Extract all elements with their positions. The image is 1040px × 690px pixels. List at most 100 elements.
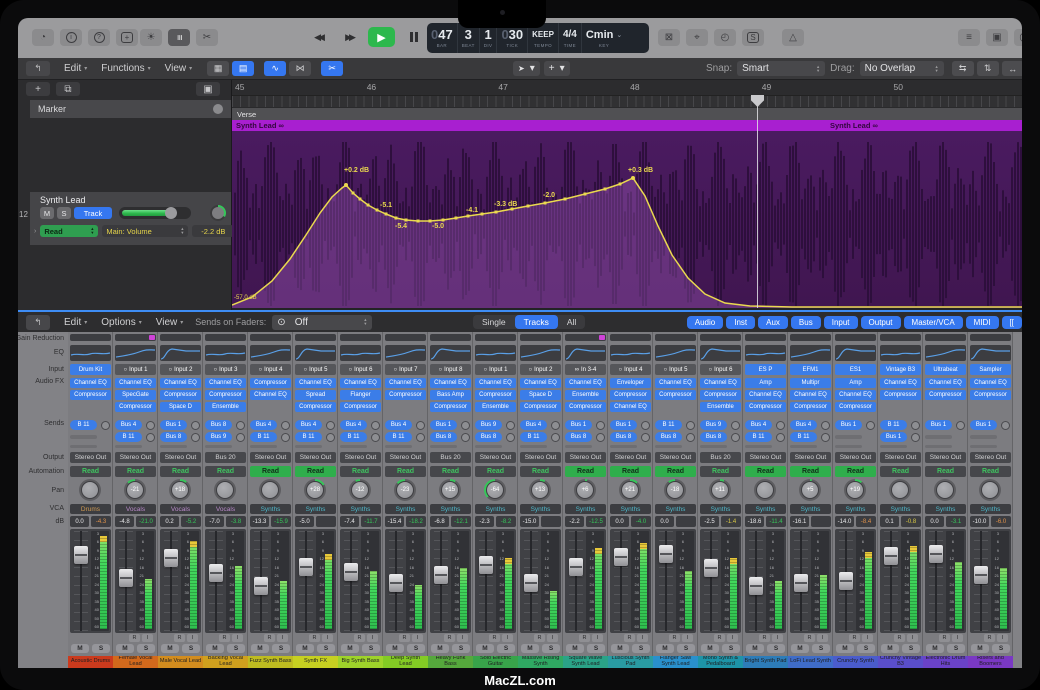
fader-cap[interactable] [299, 558, 313, 576]
channel-name[interactable]: Risers and Boomers [968, 656, 1013, 668]
send-bus[interactable]: Bus 8 [205, 420, 232, 430]
no-input-icon[interactable]: ⊠ [658, 29, 680, 46]
channel-strip[interactable]: SamplerChannel EQCompressorBus 1Stereo O… [968, 332, 1013, 668]
output-slot[interactable]: Stereo Out [115, 452, 156, 463]
output-slot[interactable]: Stereo Out [295, 452, 336, 463]
pan-knob[interactable] [214, 479, 236, 501]
pan-knob[interactable]: -18 [664, 479, 686, 501]
vca-slot[interactable]: Synths [835, 504, 876, 514]
channel-name[interactable]: Acoustic Drums [68, 656, 113, 668]
audio-fx-slot[interactable]: Channel EQ [475, 378, 516, 388]
pause-button[interactable] [402, 27, 426, 47]
send-bus[interactable]: B 11 [385, 432, 412, 442]
send-slot[interactable]: B 11 [385, 432, 426, 442]
output-slot[interactable]: Stereo Out [925, 452, 966, 463]
fader-cap[interactable] [749, 577, 763, 595]
channel-strip[interactable]: ○Input 2Channel EQSpace DCompressorBus 4… [518, 332, 563, 668]
mute-button[interactable]: M [521, 644, 539, 653]
solo-button[interactable]: S [362, 644, 380, 653]
input-slot[interactable]: ○Input 4 [610, 364, 651, 375]
send-level-knob[interactable] [641, 433, 650, 442]
audio-fx-slot[interactable]: Ensemble [475, 402, 516, 412]
input-slot[interactable]: ○Input 1 [115, 364, 156, 375]
send-bus[interactable]: Bus 8 [160, 432, 187, 442]
send-slot[interactable]: Bus 8 [160, 432, 201, 442]
audio-fx-slot[interactable]: Spread [295, 390, 336, 400]
automation-mode-button[interactable]: Read [430, 466, 471, 477]
info-icon[interactable]: i [60, 29, 82, 46]
pointer-tool-select[interactable]: ➤▾ [513, 61, 540, 76]
audio-fx-slot[interactable]: Channel EQ [835, 390, 876, 400]
mixer-view-single[interactable]: Single [473, 315, 515, 329]
automation-mode-button[interactable]: Read [160, 466, 201, 477]
send-bus[interactable]: B 11 [70, 420, 97, 430]
fader-track[interactable] [299, 531, 313, 631]
mute-button[interactable]: M [431, 644, 449, 653]
solo-button[interactable]: S [812, 644, 830, 653]
input-slot[interactable]: ES1 [835, 364, 876, 375]
input-monitor-button[interactable]: I [232, 634, 243, 642]
send-level-knob[interactable] [371, 421, 380, 430]
sends-on-faders-select[interactable]: ⊙ Off ▲▼ [272, 315, 372, 330]
record-enable-button[interactable]: R [714, 634, 725, 642]
channel-strip[interactable]: ○Input 2Channel EQCompressorSpace DBus 1… [158, 332, 203, 668]
vca-slot[interactable]: Synths [655, 504, 696, 514]
mute-button[interactable]: M [341, 644, 359, 653]
vca-slot[interactable]: Synths [610, 504, 651, 514]
track-button[interactable]: Track [74, 207, 112, 219]
timer-icon[interactable]: ◴ [714, 29, 736, 46]
audio-fx-slot[interactable]: Compressor [655, 390, 696, 400]
send-slot[interactable]: B 11 [790, 432, 831, 442]
eq-thumbnail[interactable] [565, 345, 606, 361]
audio-fx-slot[interactable]: Ensemble [565, 390, 606, 400]
filter-midi[interactable]: MIDI [966, 316, 999, 329]
send-slot[interactable]: Bus 8 [655, 432, 696, 442]
send-bus[interactable]: Bus 4 [340, 420, 367, 430]
mute-button[interactable]: M [656, 644, 674, 653]
duplicate-track-button[interactable]: ⧉ [56, 82, 80, 96]
mixer-menu-edit[interactable]: Edit▾ [64, 317, 87, 328]
send-bus[interactable]: Bus 9 [700, 420, 727, 430]
play-button[interactable]: ▶ [368, 27, 395, 47]
input-slot[interactable]: EFM1 [790, 364, 831, 375]
input-monitor-button[interactable]: I [997, 634, 1008, 642]
audio-fx-slot[interactable]: Channel EQ [295, 378, 336, 388]
channel-strip[interactable]: ∞In 3-4Channel EQEnsembleCompressorBus 1… [563, 332, 608, 668]
send-bus[interactable]: Bus 1 [565, 420, 592, 430]
input-monitor-button[interactable]: I [142, 634, 153, 642]
fader-track[interactable] [434, 531, 448, 631]
automation-mode-button[interactable]: Read [250, 466, 291, 477]
audio-fx-slot[interactable]: Channel EQ [70, 378, 111, 388]
pan-knob[interactable]: +21 [619, 479, 641, 501]
audio-fx-slot[interactable]: Ensemble [205, 402, 246, 412]
input-monitor-button[interactable]: I [592, 634, 603, 642]
vca-slot[interactable]: Synths [700, 504, 741, 514]
fader-cap[interactable] [569, 558, 583, 576]
send-slot[interactable]: Bus 1 [430, 420, 471, 430]
send-slot[interactable]: Bus 9 [475, 420, 516, 430]
record-enable-button[interactable]: R [624, 634, 635, 642]
fader-cap[interactable] [389, 574, 403, 592]
send-slot[interactable]: Bus 1 [565, 420, 606, 430]
input-monitor-button[interactable]: I [277, 634, 288, 642]
channel-strip[interactable]: Drum KitChannel EQCompressorB 11Stereo O… [68, 332, 113, 668]
menu-functions[interactable]: Functions▾ [101, 63, 150, 74]
vca-slot[interactable]: Synths [385, 504, 426, 514]
input-slot[interactable]: ○Input 8 [430, 364, 471, 375]
send-slot[interactable]: B 11 [250, 432, 291, 442]
send-level-knob[interactable] [146, 433, 155, 442]
output-slot[interactable]: Stereo Out [610, 452, 651, 463]
eq-thumbnail[interactable] [385, 345, 426, 361]
eq-thumbnail[interactable] [520, 345, 561, 361]
record-enable-button[interactable]: R [849, 634, 860, 642]
fader-track[interactable] [569, 531, 583, 631]
send-slot[interactable]: Bus 1 [835, 420, 876, 430]
output-slot[interactable]: Stereo Out [970, 452, 1011, 463]
fader-track[interactable] [974, 531, 988, 631]
send-slot[interactable]: Bus 8 [430, 432, 471, 442]
audio-fx-slot[interactable]: Channel EQ [700, 378, 741, 388]
vca-slot[interactable]: Synths [970, 504, 1011, 514]
record-enable-button[interactable]: R [174, 634, 185, 642]
record-enable-button[interactable]: R [759, 634, 770, 642]
send-level-knob[interactable] [281, 433, 290, 442]
